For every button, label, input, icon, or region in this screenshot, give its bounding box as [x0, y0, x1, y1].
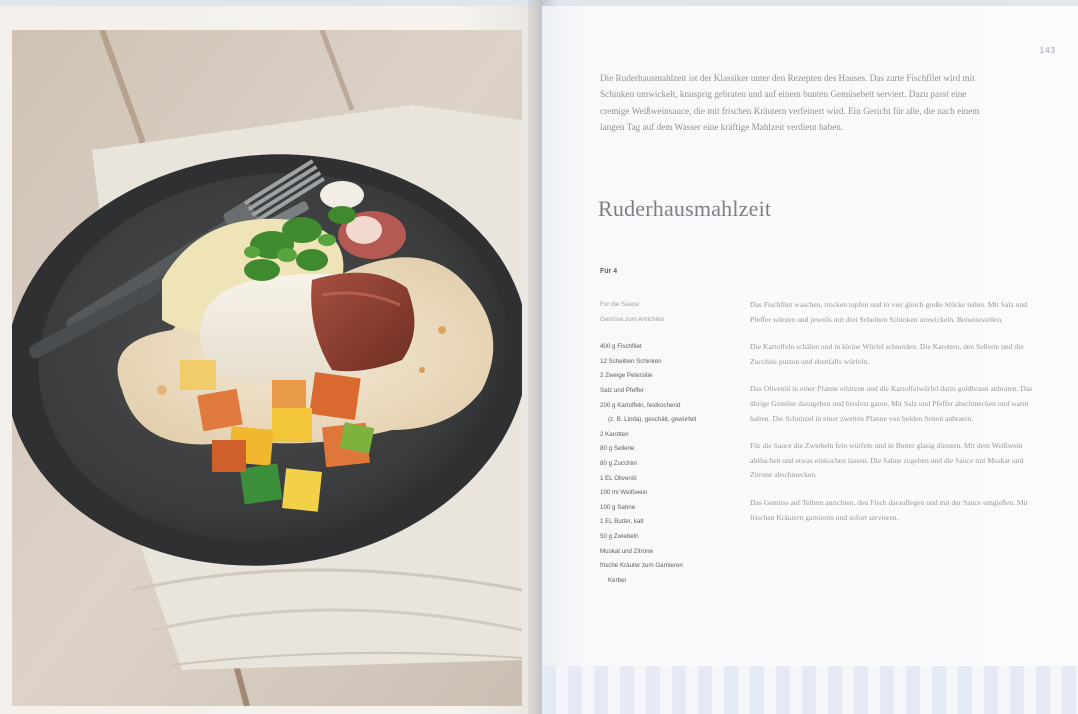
ingredient-item: 100 g Sahne	[600, 503, 636, 511]
instruction-step: Das Fischfilet waschen, trocken tupfen u…	[750, 300, 1028, 324]
ingredient-item: 80 g Sellerie	[600, 445, 635, 453]
ingredient-item: Gemüse zum Anrichten	[600, 315, 665, 323]
page-number: 143	[1039, 46, 1056, 55]
ingredients-list: Für die Sauce: Gemüse zum Anrichten 400 g …	[600, 298, 740, 588]
instruction-step: Für die Sauce die Zwiebeln fein würfeln …	[750, 441, 1024, 480]
instructions: Das Fischfilet waschen, trocken tupfen u…	[750, 298, 1034, 538]
left-page	[0, 6, 540, 714]
instruction-step: Das Gemüse auf Tellern anrichten, den Fi…	[750, 497, 1028, 522]
decorative-stripes	[542, 666, 1078, 714]
instruction-step: Die Kartoffeln schälen und in kleine Wür…	[750, 342, 1024, 366]
ingredient-item: 100 ml Weißwein	[600, 489, 648, 497]
ingredient-item: 200 g Kartoffeln, festkochend	[600, 401, 681, 409]
ingredient-item: Kerbel	[608, 576, 626, 584]
ingredient-item: 1 EL Olivenöl	[600, 474, 637, 482]
ingredient-item: 1 EL Butter, kalt	[600, 518, 644, 526]
right-page: 143 Die Ruderhausmahlzeit ist der Klassi…	[542, 6, 1078, 714]
ingredient-item: (z. B. Linda), geschält, gewürfelt	[608, 416, 697, 424]
ingredient-item: 80 g Zucchini	[600, 459, 637, 467]
dish-photo	[12, 30, 522, 706]
ingredient-item: 400 g Fischfilet	[600, 343, 642, 351]
ingredient-item: Muskat und Zitrone	[600, 547, 653, 555]
instruction-step: Das Olivenöl in einer Pfanne erhitzen un…	[750, 384, 1033, 423]
ingredient-item: 2 Karotten	[600, 430, 629, 438]
intro-paragraph: Die Ruderhausmahlzeit ist der Klassiker …	[600, 73, 980, 133]
ingredient-item: Für die Sauce:	[600, 301, 641, 308]
servings-label: Für 4	[600, 268, 618, 275]
ingredient-item: Salz und Pfeffer	[600, 386, 644, 394]
book-spread: 143 Die Ruderhausmahlzeit ist der Klassi…	[0, 0, 1078, 714]
recipe-title: Ruderhausmahlzeit	[598, 196, 772, 221]
ingredient-item: 12 Scheiben Schinken	[600, 357, 662, 365]
ingredient-item: 50 g Zwiebeln	[600, 532, 639, 540]
ingredient-item: 2 Zweige Petersilie	[600, 372, 653, 380]
ingredient-item: frische Kräuter zum Garnieren	[600, 562, 683, 570]
